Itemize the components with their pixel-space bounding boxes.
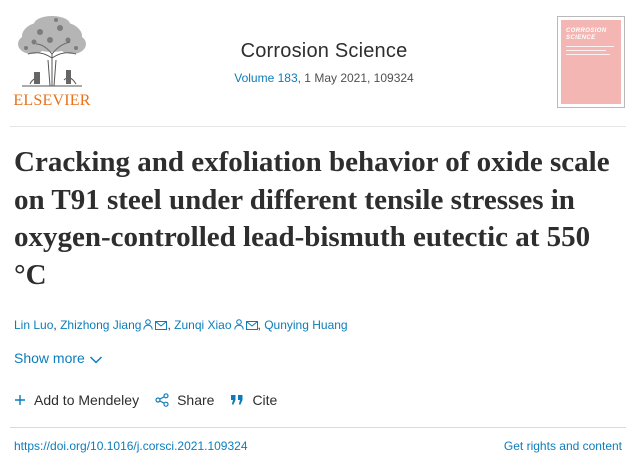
elsevier-wordmark: ELSEVIER [13,92,91,109]
header-divider [10,126,626,127]
share-button[interactable]: Share [155,392,214,408]
journal-issue-info: Volume 183, 1 May 2021, 109324 [100,71,548,85]
person-icon [233,319,244,333]
author-link[interactable]: Qunying Huang [264,318,347,332]
cover-divider [566,54,610,55]
journal-title-link[interactable]: Corrosion Science [100,40,548,63]
add-to-mendeley-button[interactable]: Add to Mendeley [14,392,139,408]
share-label: Share [177,392,215,408]
chevron-down-icon [89,356,102,364]
article-header: ELSEVIER Corrosion Science Volume 183, 1… [0,0,636,124]
cite-button[interactable]: Cite [230,392,277,408]
article-actions: Add to Mendeley Share Cite [14,390,277,410]
volume-link[interactable]: Volume 183 [234,71,297,85]
quote-icon [231,395,243,405]
show-more-button[interactable]: Show more [14,350,103,366]
footer-divider [10,427,626,428]
article-title: Cracking and exfoliation behavior of oxi… [14,146,610,291]
cover-title: CORROSION SCIENCE [566,28,607,41]
show-more-label: Show more [14,350,85,366]
journal-info: Corrosion Science Volume 183, 1 May 2021… [100,40,548,85]
share-icon [155,393,169,407]
elsevier-tree-icon [18,16,86,87]
envelope-icon[interactable] [245,319,258,333]
cover-divider [566,50,606,51]
elsevier-logo[interactable]: ELSEVIER [10,14,94,110]
author-link[interactable]: Lin Luo [14,318,53,332]
cover-artwork: CORROSION SCIENCE [561,20,621,104]
issue-date: , 1 May 2021, 109324 [297,71,414,85]
cite-label: Cite [252,392,278,408]
plus-icon [15,395,25,405]
person-icon [143,319,154,333]
rights-and-content-link[interactable]: Get rights and content [504,439,622,453]
journal-cover-image[interactable]: CORROSION SCIENCE [557,16,625,108]
author-list: Lin Luo, Zhizhong Jiang, Zunqi Xiao, Qun… [14,318,348,333]
add-to-mendeley-label: Add to Mendeley [34,392,140,408]
cover-divider [566,46,614,47]
author-link[interactable]: Zhizhong Jiang [60,318,141,332]
doi-link[interactable]: https://doi.org/10.1016/j.corsci.2021.10… [14,439,248,453]
author-link[interactable]: Zunqi Xiao [174,318,231,332]
envelope-icon[interactable] [155,319,168,333]
